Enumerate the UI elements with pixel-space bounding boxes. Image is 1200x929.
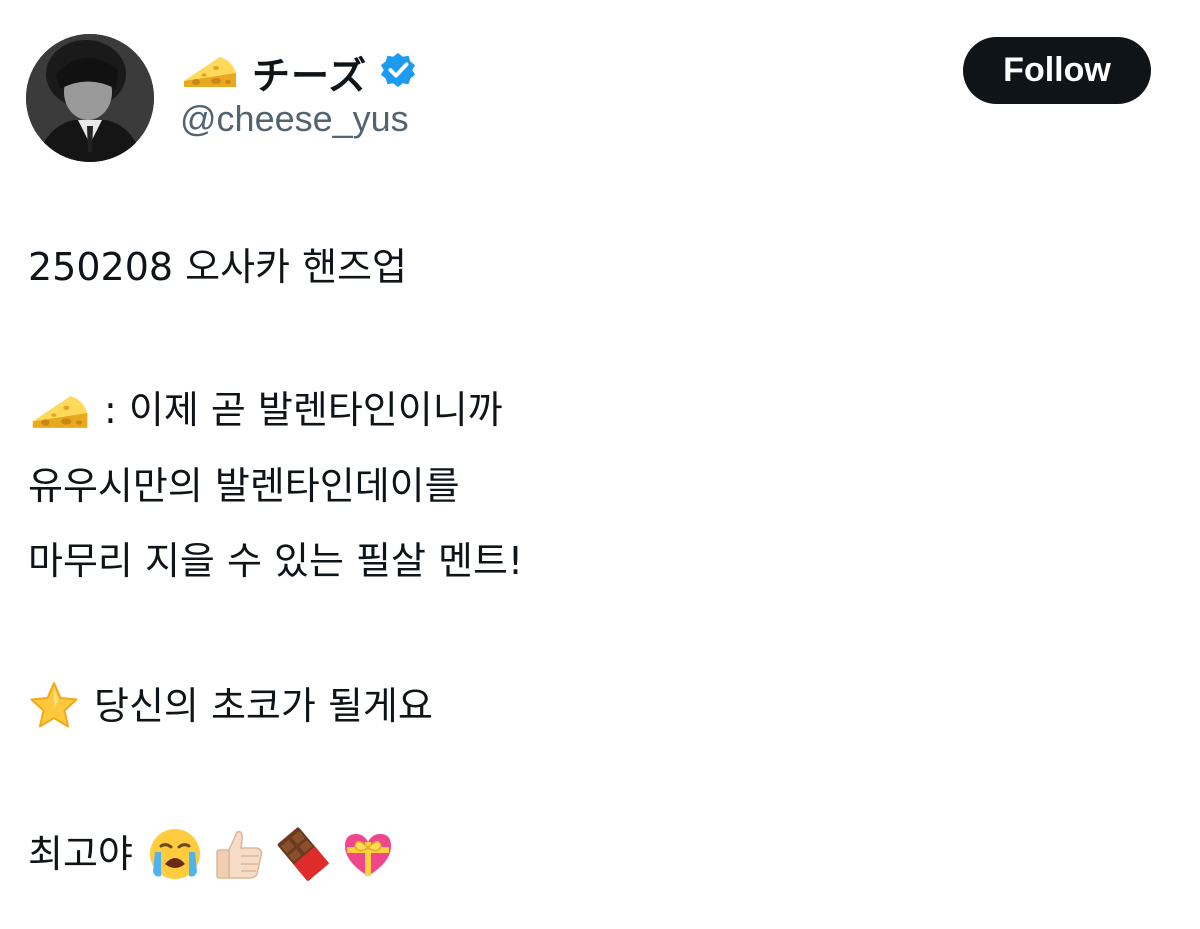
star-emoji-icon: [28, 680, 80, 732]
post-line-2-text: : 이제 곧 발렌타인이니까: [104, 387, 503, 432]
profile-avatar[interactable]: [26, 34, 154, 162]
follow-button[interactable]: Follow: [963, 37, 1151, 104]
cheese-emoji-icon: [28, 386, 90, 434]
post-line-6-text: 최고야: [28, 832, 133, 876]
post-line-4: 마무리 지을 수 있는 필살 멘트!: [28, 539, 524, 583]
verified-badge-icon: [367, 51, 417, 93]
chocolate-bar-emoji-icon: [275, 826, 331, 882]
author-name-row: チーズ: [180, 44, 417, 100]
author-handle[interactable]: @cheese_yus: [180, 98, 409, 140]
post-line-1: 250208 오사카 핸즈업: [28, 245, 407, 289]
thumbs-up-emoji-icon: [211, 826, 267, 882]
post-line-5-text: 당신의 초코가 될게요: [94, 684, 433, 728]
post-line-3: 유우시만의 발렌타인데이를: [28, 464, 460, 508]
post-line-5: 당신의 초코가 될게요: [28, 680, 433, 732]
post-line-2: : 이제 곧 발렌타인이니까: [28, 386, 503, 434]
post-line-6: 최고야: [28, 826, 397, 882]
cheese-emoji-icon: [180, 51, 238, 93]
heart-with-ribbon-emoji-icon: [339, 826, 397, 882]
crying-face-emoji-icon: [147, 826, 203, 882]
author-display-name[interactable]: チーズ: [252, 45, 367, 100]
